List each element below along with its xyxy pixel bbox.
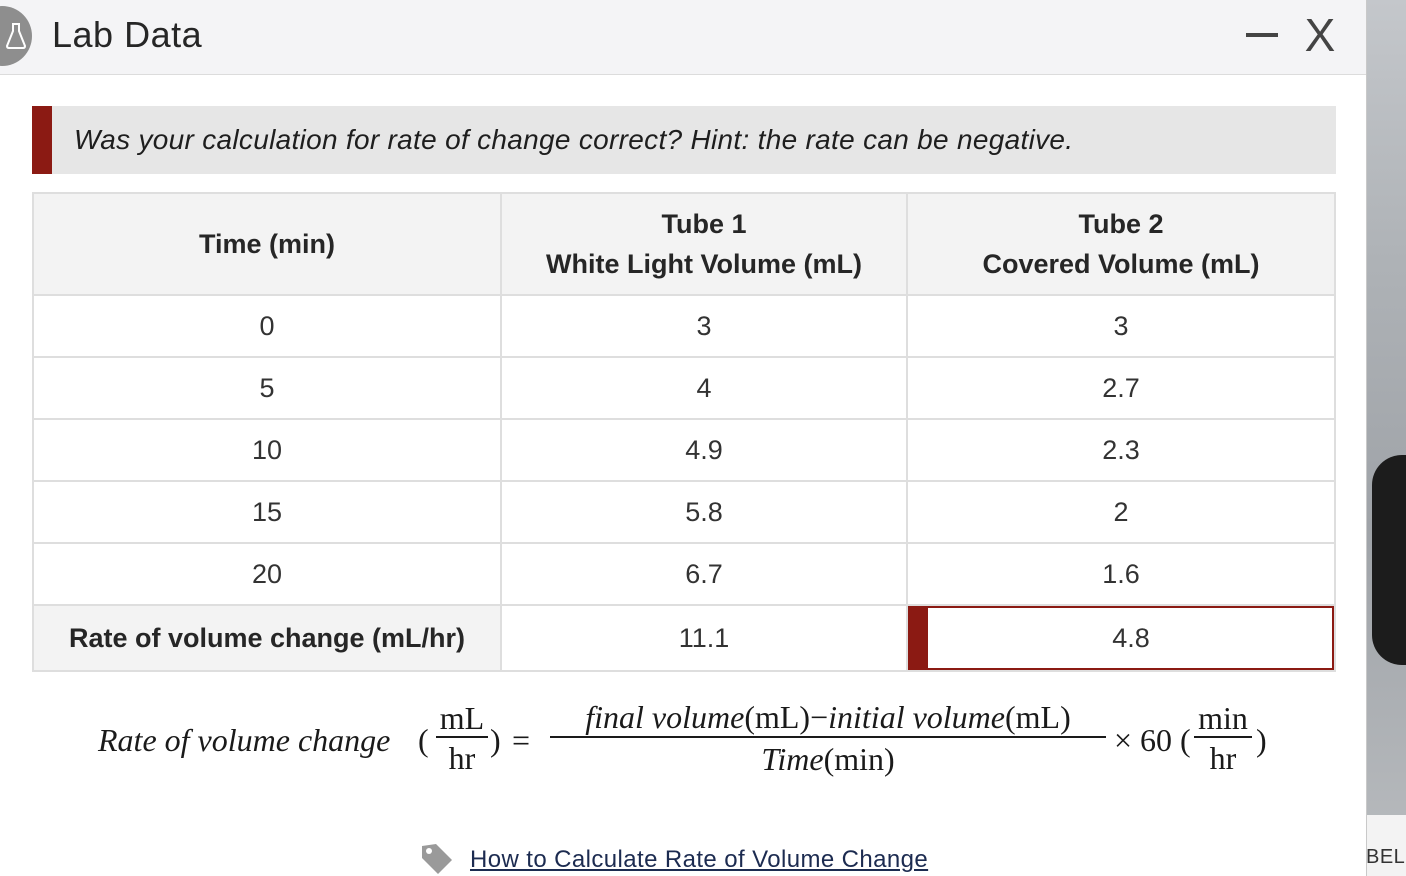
- formula-den-unit: (min): [823, 740, 895, 777]
- header-time: Time (min): [32, 192, 502, 296]
- lab-data-dialog: Lab Data X Was your calculation for rate…: [0, 0, 1367, 876]
- cell-time: 20: [32, 542, 502, 606]
- rate-tube2-input[interactable]: 4.8: [906, 604, 1336, 672]
- formula-num-b-unit: (mL): [1004, 699, 1071, 735]
- background-object: [1372, 455, 1406, 665]
- formula-lhs-den: hr: [448, 739, 476, 776]
- formula-equals: =: [512, 722, 531, 758]
- cell-tube2: 2: [906, 480, 1336, 544]
- table-row: 20 6.7 1.6: [32, 542, 1336, 606]
- header-tube2-line2: Covered Volume (mL): [982, 249, 1260, 279]
- cell-tube2: 2.7: [906, 356, 1336, 420]
- formula-paren-close-2: ): [1256, 722, 1267, 758]
- formula-num-b: initial volume: [828, 699, 1005, 735]
- formula-paren-close: ): [490, 722, 501, 758]
- lab-data-table: Time (min) Tube 1 White Light Volume (mL…: [32, 192, 1336, 672]
- formula-rhs-den: hr: [1209, 739, 1237, 776]
- title-bar[interactable]: Lab Data X: [0, 0, 1366, 75]
- tag-icon: [422, 844, 452, 874]
- formula-num-a: final volume: [585, 699, 745, 735]
- feedback-error-bar: [32, 106, 52, 174]
- flask-icon: [0, 6, 32, 66]
- cell-time: 5: [32, 356, 502, 420]
- formula-lhs-num: mL: [439, 700, 485, 736]
- feedback-text: Was your calculation for rate of change …: [74, 124, 1074, 155]
- table-row: 0 3 3: [32, 294, 1336, 358]
- header-tube1: Tube 1 White Light Volume (mL): [500, 192, 908, 296]
- cell-tube1: 5.8: [500, 480, 908, 544]
- rate-formula: Rate of volume change ( mL hr ) = final …: [98, 694, 1298, 790]
- formula-paren-open-2: (: [1180, 722, 1191, 758]
- cell-tube1: 3: [500, 294, 908, 358]
- rate-tube1-input[interactable]: 11.1: [500, 604, 908, 672]
- cell-tube1: 4: [500, 356, 908, 420]
- header-tube2-line1: Tube 2: [1078, 209, 1164, 239]
- rate-label: Rate of volume change (mL/hr): [32, 604, 502, 672]
- table-row: 5 4 2.7: [32, 356, 1336, 420]
- cell-tube2: 3: [906, 294, 1336, 358]
- cell-time: 15: [32, 480, 502, 544]
- formula-lhs: Rate of volume change: [98, 722, 391, 758]
- formula-den: Time: [761, 740, 824, 777]
- table-header-row: Time (min) Tube 1 White Light Volume (mL…: [32, 192, 1336, 296]
- rate-row: Rate of volume change (mL/hr) 11.1 4.8: [32, 604, 1336, 672]
- cell-time: 0: [32, 294, 502, 358]
- close-button[interactable]: X: [1298, 10, 1342, 60]
- header-tube2: Tube 2 Covered Volume (mL): [906, 192, 1336, 296]
- minimize-icon: [1246, 33, 1278, 37]
- table-row: 10 4.9 2.3: [32, 418, 1336, 482]
- formula-num-a-unit: (mL): [744, 699, 811, 735]
- formula-main-fraction: final volume(mL)−initial volume(mL) Time…: [550, 698, 1106, 780]
- cell-tube1: 6.7: [500, 542, 908, 606]
- header-tube1-line1: Tube 1: [661, 209, 747, 239]
- formula-lhs-unit: mL hr: [436, 700, 488, 778]
- rate-tube2-value: 4.8: [1112, 622, 1150, 653]
- formula-minus: −: [810, 699, 829, 735]
- formula-rhs-num: min: [1198, 700, 1248, 736]
- formula-numerator: final volume(mL)−initial volume(mL): [550, 698, 1106, 736]
- formula-times: × 60: [1114, 722, 1173, 758]
- feedback-banner: Was your calculation for rate of change …: [32, 106, 1336, 174]
- formula-rhs-unit: min hr: [1194, 700, 1252, 778]
- cell-time: 10: [32, 418, 502, 482]
- header-tube1-line2: White Light Volume (mL): [546, 249, 862, 279]
- error-flag: [908, 606, 928, 670]
- minimize-button[interactable]: [1242, 16, 1282, 56]
- cell-tube2: 2.3: [906, 418, 1336, 482]
- formula-denominator: Time(min): [550, 738, 1106, 780]
- cell-tube2: 1.6: [906, 542, 1336, 606]
- window-title: Lab Data: [52, 14, 203, 55]
- formula-paren-open: (: [418, 722, 429, 758]
- background-label: BEL: [1366, 846, 1406, 868]
- table-row: 15 5.8 2: [32, 480, 1336, 544]
- background-scene: [1366, 0, 1406, 876]
- cell-tube1: 4.9: [500, 418, 908, 482]
- how-to-calculate-link[interactable]: How to Calculate Rate of Volume Change: [470, 846, 928, 874]
